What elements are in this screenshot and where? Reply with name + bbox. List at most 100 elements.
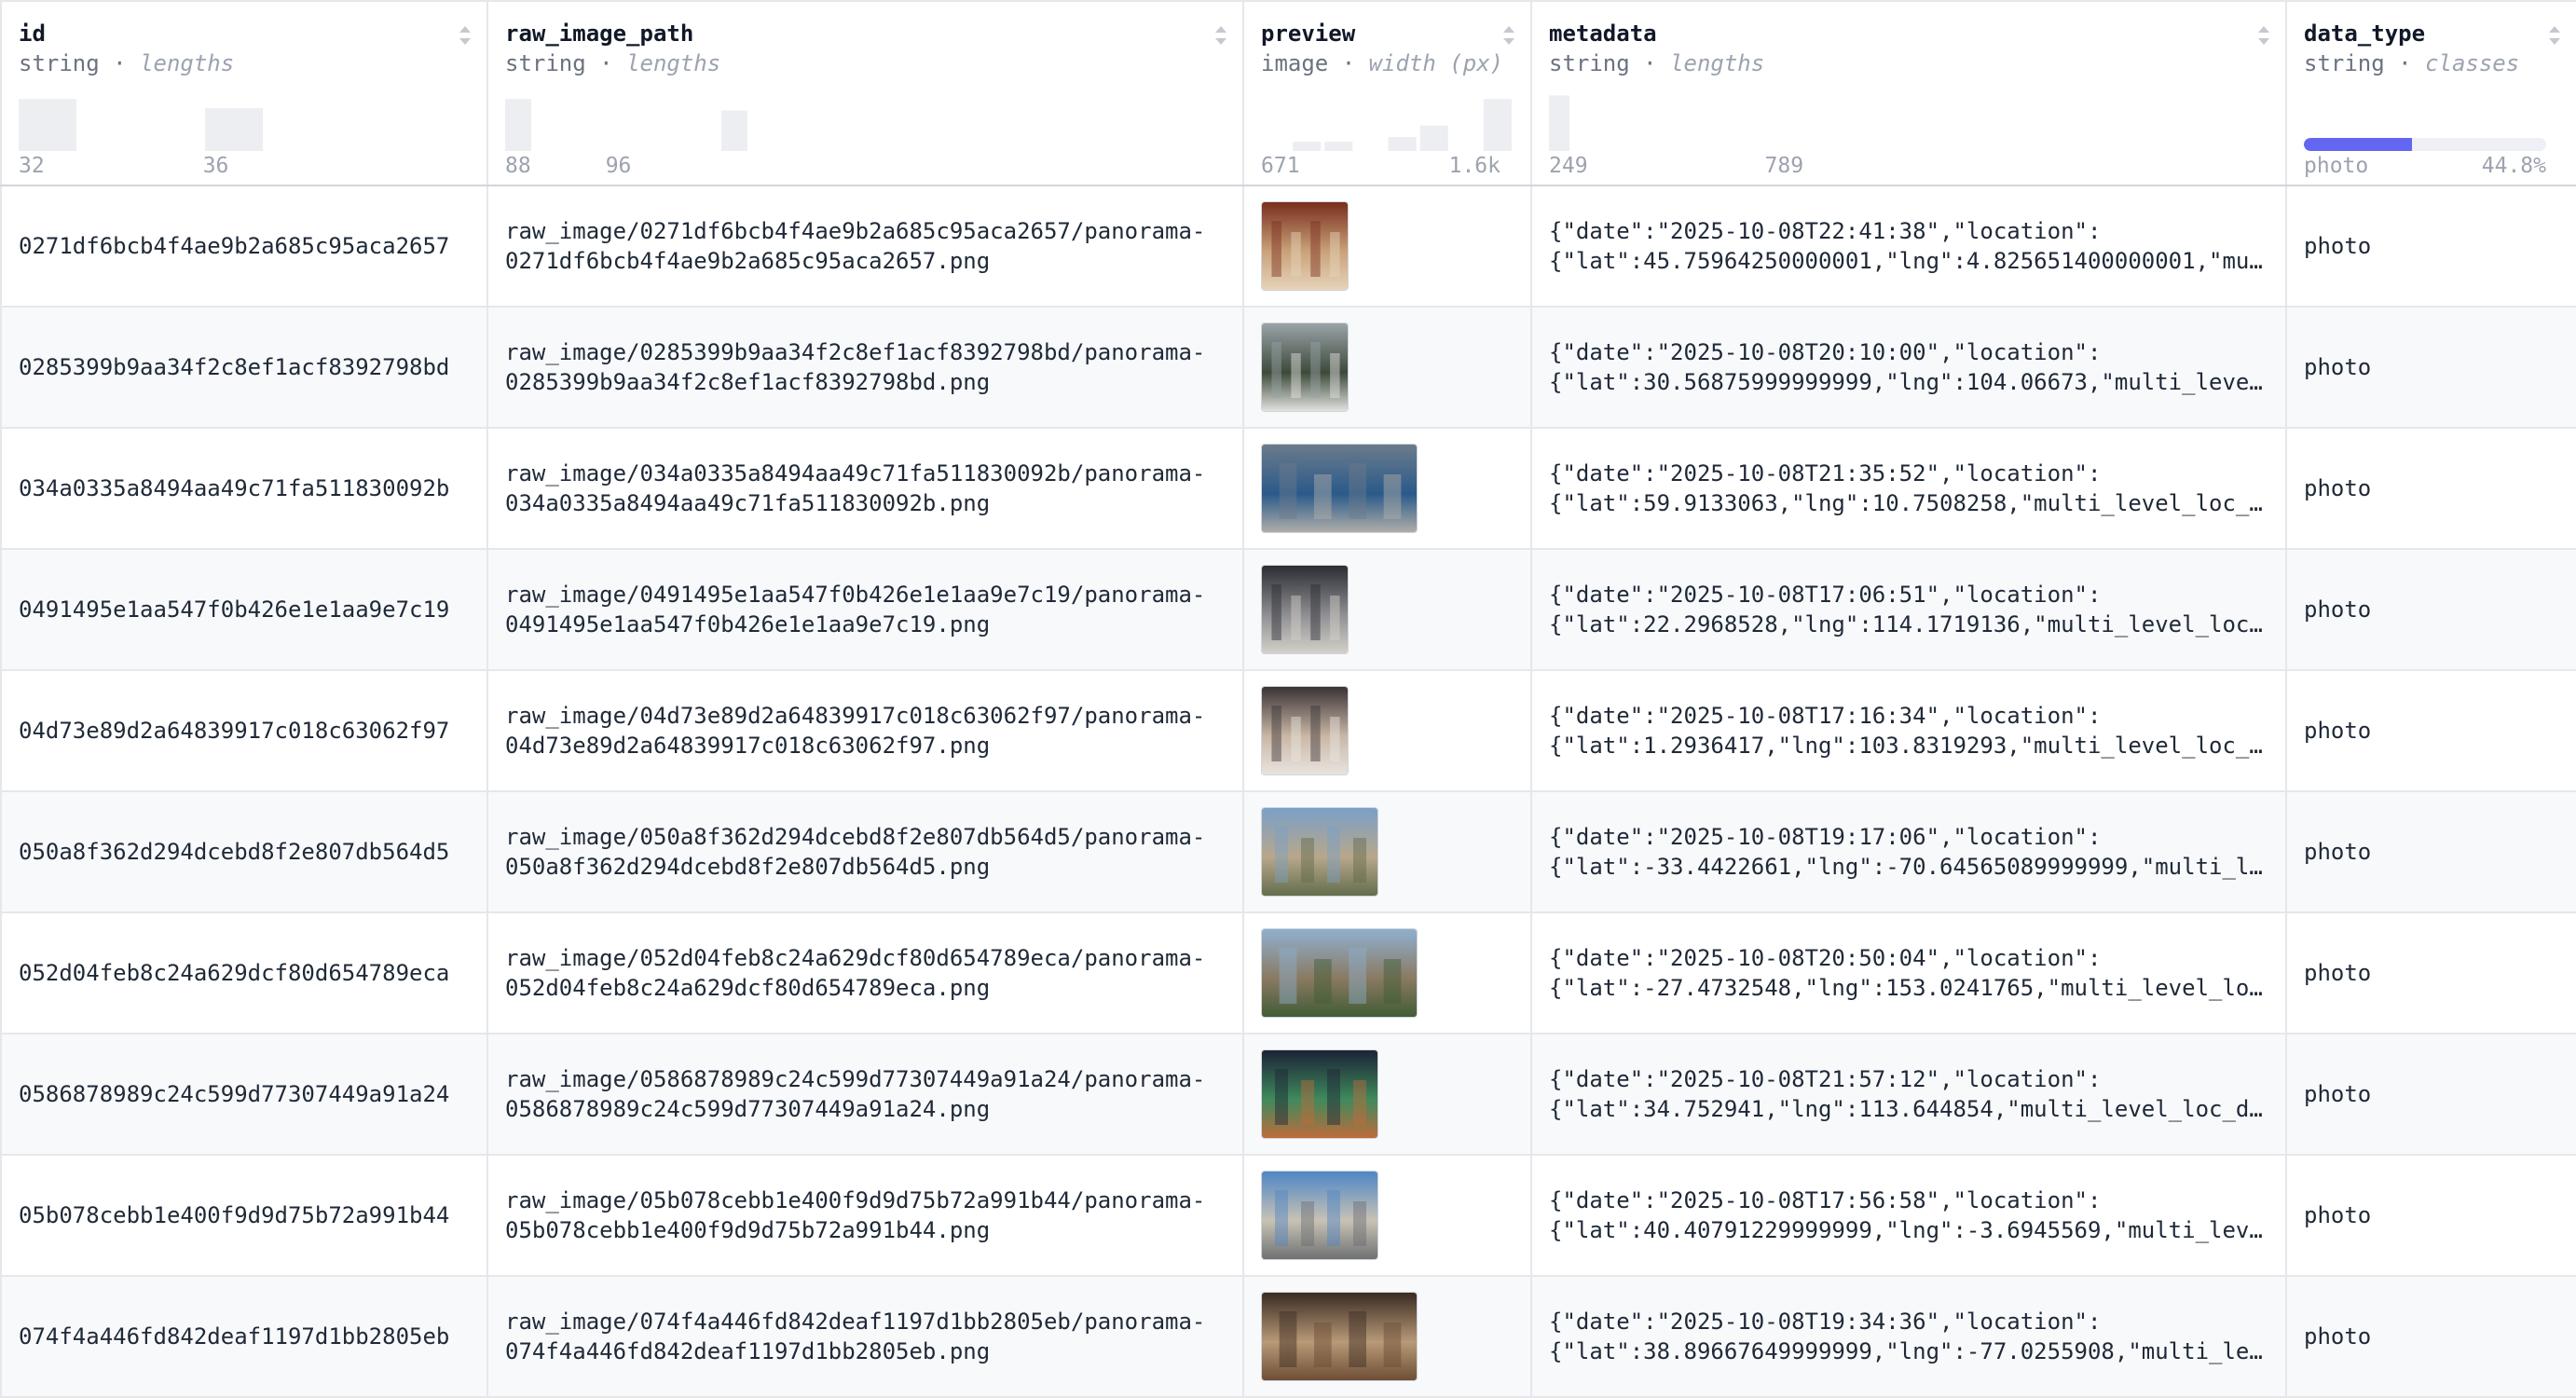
cell-path-line: 050a8f362d294dcebd8f2e807db564d5.png: [505, 854, 991, 880]
column-histogram[interactable]: [1549, 93, 2268, 151]
cell-data-type[interactable]: photo: [2286, 307, 2576, 429]
cell-raw-image-path[interactable]: raw_image/034a0335a8494aa49c71fa51183009…: [487, 428, 1244, 550]
histogram-range: 88 96: [505, 153, 1213, 179]
cell-data-type[interactable]: photo: [2286, 428, 2576, 550]
cell-preview[interactable]: [1243, 549, 1532, 671]
table-row[interactable]: 0271df6bcb4f4ae9b2a685c95aca2657 raw_imag…: [0, 185, 2576, 308]
cell-raw-image-path[interactable]: raw_image/0491495e1aa547f0b426e1e1aa9e7c…: [487, 549, 1244, 671]
cell-raw-image-path[interactable]: raw_image/0586878989c24c599d77307449a91a…: [487, 1034, 1244, 1156]
table-row[interactable]: 05b078cebb1e400f9d9d75b72a991b44 raw_imag…: [0, 1155, 2576, 1277]
table-row[interactable]: 0586878989c24c599d77307449a91a24 raw_imag…: [0, 1034, 2576, 1156]
cell-metadata[interactable]: {"date":"2025-10-08T20:10:00","location"…: [1531, 307, 2287, 429]
cell-data-type[interactable]: photo: [2286, 1034, 2576, 1156]
histogram-bar: [19, 99, 76, 151]
cell-raw-image-path[interactable]: raw_image/074f4a446fd842deaf1197d1bb2805…: [487, 1276, 1244, 1398]
column-header-data_type[interactable]: data_type string · classes photo 44.8%: [2286, 0, 2576, 186]
cell-id[interactable]: 0491495e1aa547f0b426e1e1aa9e7c19: [0, 549, 488, 671]
cell-data-type[interactable]: photo: [2286, 1276, 2576, 1398]
cell-metadata[interactable]: {"date":"2025-10-08T21:35:52","location"…: [1531, 428, 2287, 550]
preview-thumbnail[interactable]: [1261, 807, 1378, 897]
column-stat-label: classes: [2425, 50, 2520, 76]
cell-data-type[interactable]: photo: [2286, 1155, 2576, 1277]
cell-raw-image-path[interactable]: raw_image/0285399b9aa34f2c8ef1acf8392798…: [487, 307, 1244, 429]
cell-data-type-text: photo: [2304, 1202, 2372, 1228]
table-row[interactable]: 034a0335a8494aa49c71fa511830092b raw_imag…: [0, 428, 2576, 550]
cell-data-type-text: photo: [2304, 839, 2372, 865]
cell-id[interactable]: 050a8f362d294dcebd8f2e807db564d5: [0, 791, 488, 913]
cell-metadata[interactable]: {"date":"2025-10-08T17:16:34","location"…: [1531, 670, 2287, 792]
cell-raw-image-path[interactable]: raw_image/050a8f362d294dcebd8f2e807db564…: [487, 791, 1244, 913]
column-histogram[interactable]: [1261, 93, 1514, 151]
table-row[interactable]: 04d73e89d2a64839917c018c63062f97 raw_imag…: [0, 670, 2576, 792]
preview-thumbnail[interactable]: [1261, 686, 1349, 775]
cell-preview[interactable]: [1243, 185, 1532, 308]
cell-raw-image-path[interactable]: raw_image/05b078cebb1e400f9d9d75b72a991b…: [487, 1155, 1244, 1277]
cell-id[interactable]: 0586878989c24c599d77307449a91a24: [0, 1034, 488, 1156]
class-distribution-bar[interactable]: [2304, 138, 2546, 151]
cell-metadata[interactable]: {"date":"2025-10-08T19:34:36","location"…: [1531, 1276, 2287, 1398]
sort-icon[interactable]: [2255, 22, 2272, 48]
cell-id[interactable]: 05b078cebb1e400f9d9d75b72a991b44: [0, 1155, 488, 1277]
column-header-metadata[interactable]: metadata string · lengths 249 789: [1531, 0, 2287, 186]
cell-preview[interactable]: [1243, 912, 1532, 1035]
cell-id[interactable]: 034a0335a8494aa49c71fa511830092b: [0, 428, 488, 550]
cell-data-type[interactable]: photo: [2286, 549, 2576, 671]
sort-icon[interactable]: [457, 22, 473, 48]
column-histogram[interactable]: [19, 93, 470, 151]
table-row[interactable]: 0491495e1aa547f0b426e1e1aa9e7c19 raw_imag…: [0, 549, 2576, 671]
column-header-id[interactable]: id string · lengths 32 36: [0, 0, 488, 186]
sort-icon[interactable]: [2546, 22, 2563, 48]
cell-data-type[interactable]: photo: [2286, 791, 2576, 913]
sort-icon[interactable]: [1213, 22, 1229, 48]
cell-data-type[interactable]: photo: [2286, 670, 2576, 792]
cell-data-type[interactable]: photo: [2286, 185, 2576, 308]
cell-id[interactable]: 052d04feb8c24a629dcf80d654789eca: [0, 912, 488, 1035]
cell-metadata[interactable]: {"date":"2025-10-08T20:50:04","location"…: [1531, 912, 2287, 1035]
sort-icon[interactable]: [1500, 22, 1517, 48]
cell-metadata[interactable]: {"date":"2025-10-08T17:06:51","location"…: [1531, 549, 2287, 671]
cell-preview[interactable]: [1243, 1155, 1532, 1277]
column-header-preview[interactable]: preview image · width (px) 671 1.6k: [1243, 0, 1532, 186]
cell-preview[interactable]: [1243, 428, 1532, 550]
table-row[interactable]: 0285399b9aa34f2c8ef1acf8392798bd raw_imag…: [0, 307, 2576, 429]
cell-raw-image-path[interactable]: raw_image/04d73e89d2a64839917c018c63062f…: [487, 670, 1244, 792]
cell-preview[interactable]: [1243, 1034, 1532, 1156]
preview-thumbnail[interactable]: [1261, 1171, 1378, 1260]
cell-id[interactable]: 0271df6bcb4f4ae9b2a685c95aca2657: [0, 185, 488, 308]
cell-data-type[interactable]: photo: [2286, 912, 2576, 1035]
cell-path-line: 0586878989c24c599d77307449a91a24.png: [505, 1096, 991, 1122]
cell-data-type-text: photo: [2304, 960, 2372, 986]
cell-raw-image-path[interactable]: raw_image/0271df6bcb4f4ae9b2a685c95aca26…: [487, 185, 1244, 308]
separator-dot: ·: [2384, 50, 2426, 76]
cell-preview[interactable]: [1243, 791, 1532, 913]
preview-thumbnail[interactable]: [1261, 201, 1349, 291]
cell-data-type-text: photo: [2304, 475, 2372, 501]
cell-path-line: raw_image/0271df6bcb4f4ae9b2a685c95aca26…: [505, 218, 1206, 244]
cell-id[interactable]: 0285399b9aa34f2c8ef1acf8392798bd: [0, 307, 488, 429]
cell-path-line: raw_image/074f4a446fd842deaf1197d1bb2805…: [505, 1309, 1206, 1335]
cell-id[interactable]: 04d73e89d2a64839917c018c63062f97: [0, 670, 488, 792]
preview-thumbnail[interactable]: [1261, 444, 1418, 533]
preview-thumbnail[interactable]: [1261, 1049, 1378, 1139]
table-row[interactable]: 050a8f362d294dcebd8f2e807db564d5 raw_imag…: [0, 791, 2576, 913]
cell-preview[interactable]: [1243, 307, 1532, 429]
cell-metadata[interactable]: {"date":"2025-10-08T22:41:38","location"…: [1531, 185, 2287, 308]
cell-preview[interactable]: [1243, 670, 1532, 792]
preview-thumbnail[interactable]: [1261, 928, 1418, 1018]
range-min: 32: [19, 154, 45, 178]
column-header-raw_image_path[interactable]: raw_image_path string · lengths 88 96: [487, 0, 1244, 186]
cell-metadata[interactable]: {"date":"2025-10-08T17:56:58","location"…: [1531, 1155, 2287, 1277]
column-name: raw_image_path: [505, 21, 694, 47]
cell-id[interactable]: 074f4a446fd842deaf1197d1bb2805eb: [0, 1276, 488, 1398]
cell-metadata-line: {"date":"2025-10-08T17:56:58","location"…: [1549, 1187, 2102, 1213]
preview-thumbnail[interactable]: [1261, 1292, 1418, 1381]
preview-thumbnail[interactable]: [1261, 322, 1349, 412]
table-row[interactable]: 074f4a446fd842deaf1197d1bb2805eb raw_imag…: [0, 1276, 2576, 1398]
cell-preview[interactable]: [1243, 1276, 1532, 1398]
cell-raw-image-path[interactable]: raw_image/052d04feb8c24a629dcf80d654789e…: [487, 912, 1244, 1035]
preview-thumbnail[interactable]: [1261, 565, 1349, 654]
table-row[interactable]: 052d04feb8c24a629dcf80d654789eca raw_imag…: [0, 912, 2576, 1035]
column-histogram[interactable]: [505, 93, 1226, 151]
cell-metadata[interactable]: {"date":"2025-10-08T19:17:06","location"…: [1531, 791, 2287, 913]
cell-metadata[interactable]: {"date":"2025-10-08T21:57:12","location"…: [1531, 1034, 2287, 1156]
